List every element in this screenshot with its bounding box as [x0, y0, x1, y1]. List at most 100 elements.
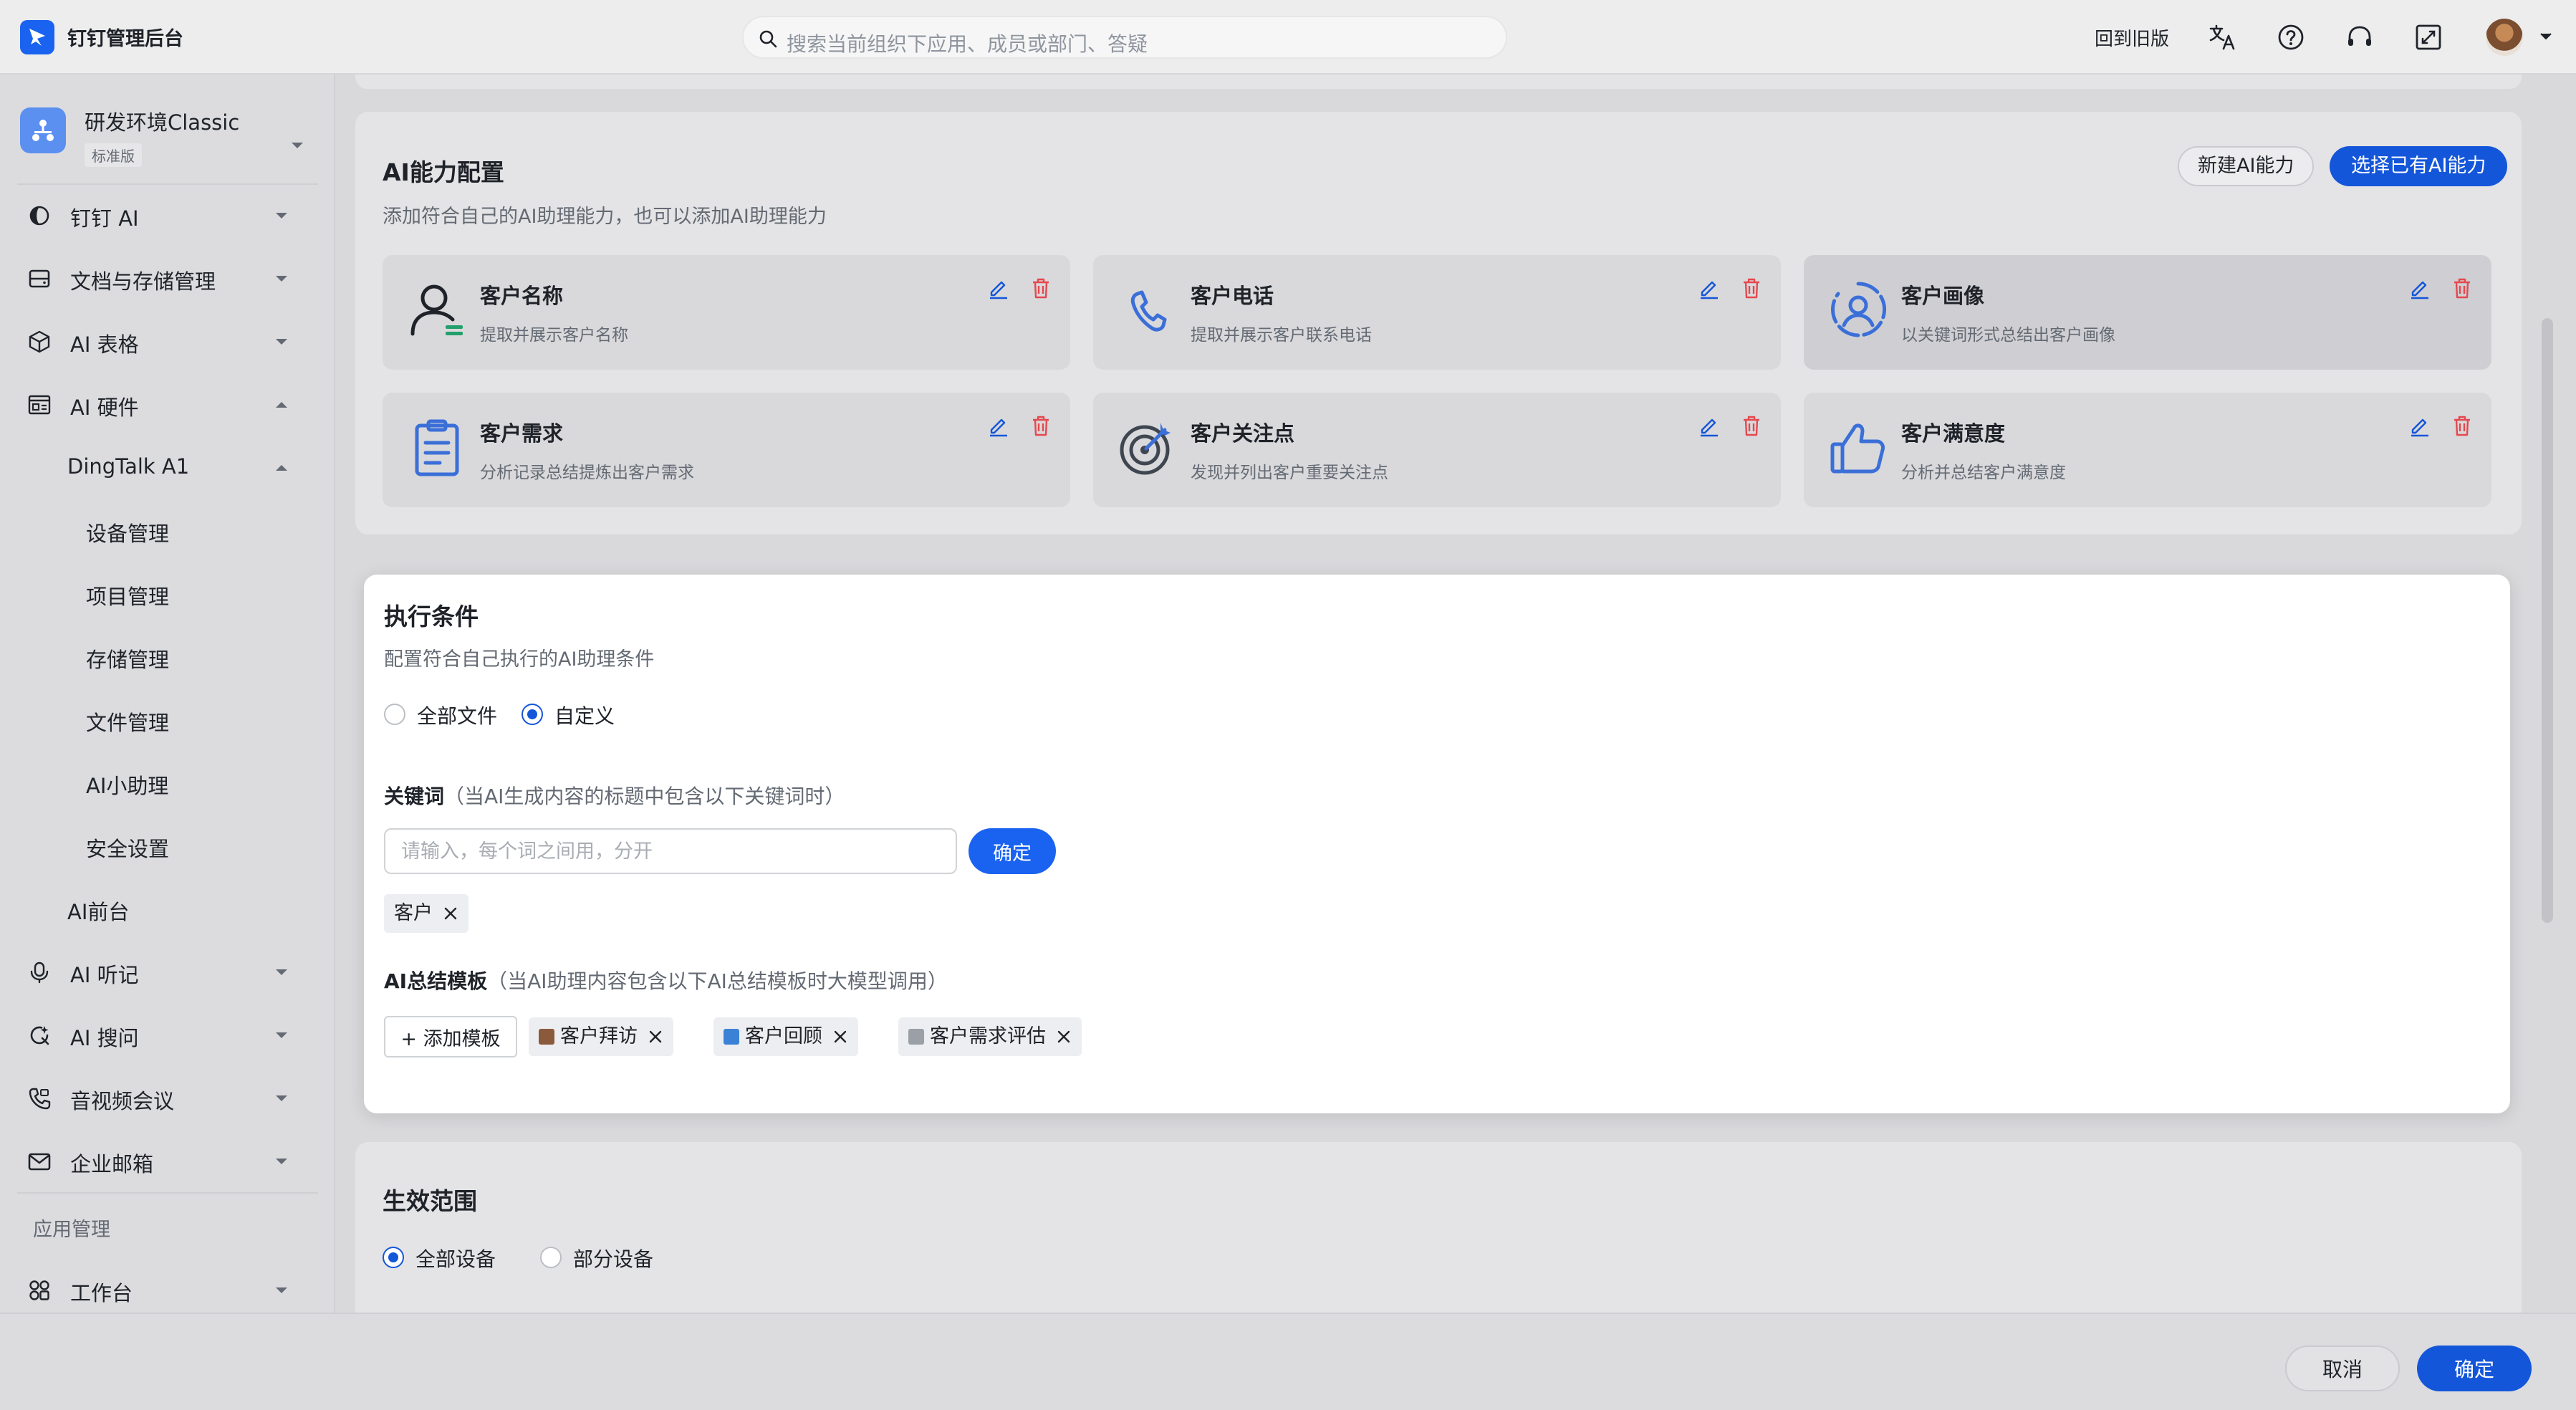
- select-existing-ai-capability-button[interactable]: 选择已有AI能力: [2330, 146, 2508, 186]
- template-tag-customer-review: 客户回顾: [713, 1017, 858, 1056]
- scope-radio-label: 部分设备: [573, 1247, 654, 1271]
- delete-icon[interactable]: [1741, 277, 1762, 299]
- chevron-down-icon: [276, 969, 287, 975]
- close-icon[interactable]: [648, 1029, 663, 1045]
- storage-icon: [29, 269, 50, 288]
- sidebar-item-workbench[interactable]: 工作台: [0, 1261, 335, 1318]
- global-search[interactable]: 搜索当前组织下应用、成员或部门、答疑: [742, 16, 1507, 59]
- search-icon: [759, 30, 777, 48]
- app-root: 钉钉管理后台 搜索当前组织下应用、成员或部门、答疑 回到旧版 研发环境Class…: [0, 0, 2576, 1410]
- sidebar-item-security-settings[interactable]: 安全设置: [0, 817, 335, 874]
- sidebar-item-project-management[interactable]: 项目管理: [0, 565, 335, 622]
- headset-icon[interactable]: [2344, 21, 2375, 53]
- sidebar-item-dingtalk-a1[interactable]: DingTalk A1: [0, 438, 335, 496]
- sidebar-item-ai-front-desk[interactable]: AI前台: [0, 880, 335, 937]
- org-switcher[interactable]: 研发环境Classic 标准版: [0, 89, 335, 182]
- chevron-down-icon: [276, 1032, 287, 1038]
- cube-icon: [29, 330, 50, 353]
- edit-icon[interactable]: [987, 277, 1010, 299]
- close-icon[interactable]: [832, 1029, 848, 1045]
- capability-card-customer-phone[interactable]: 客户电话 提取并展示客户联系电话: [1093, 255, 1781, 370]
- execution-conditions-card: 执行条件 配置符合自己执行的AI助理条件 全部文件 自定义 关键词（当AI生成内…: [364, 575, 2510, 1113]
- capability-card-customer-name[interactable]: 客户名称 提取并展示客户名称: [383, 255, 1070, 370]
- scope-radio-label: 全部设备: [415, 1247, 496, 1271]
- edit-icon[interactable]: [1698, 414, 1721, 437]
- sidebar-item-file-management[interactable]: 文件管理: [0, 691, 335, 748]
- keyword-field-title: 关键词（当AI生成内容的标题中包含以下关键词时）: [384, 781, 845, 810]
- radio-all-files[interactable]: [384, 704, 405, 725]
- delete-icon[interactable]: [1741, 414, 1762, 437]
- keyword-confirm-button[interactable]: 确定: [969, 828, 1056, 874]
- sidebar-item-label: AI 硬件: [70, 395, 139, 420]
- capability-desc: 提取并展示客户联系电话: [1191, 326, 1372, 345]
- chevron-down-icon[interactable]: [2539, 32, 2553, 42]
- chevron-up-icon: [276, 465, 287, 471]
- back-to-old-version-link[interactable]: 回到旧版: [2095, 24, 2169, 51]
- top-bar: 钉钉管理后台 搜索当前组织下应用、成员或部门、答疑 回到旧版: [0, 0, 2576, 75]
- sidebar-item-av-meetings[interactable]: 音视频会议: [0, 1069, 335, 1126]
- org-name: 研发环境Classic: [85, 110, 240, 135]
- edit-icon[interactable]: [2408, 414, 2431, 437]
- cancel-button[interactable]: 取消: [2285, 1346, 2400, 1391]
- hardware-icon: [28, 395, 51, 415]
- chevron-down-icon: [276, 1095, 287, 1101]
- content-scrollbar[interactable]: [2542, 318, 2553, 923]
- chevron-down-icon: [276, 276, 287, 282]
- help-icon[interactable]: [2275, 21, 2307, 53]
- scope-radio-all-devices[interactable]: [383, 1247, 404, 1268]
- delete-icon[interactable]: [1030, 277, 1052, 299]
- add-template-button[interactable]: + 添加模板: [384, 1016, 517, 1058]
- delete-icon[interactable]: [2451, 277, 2473, 299]
- sidebar-item-docs-storage[interactable]: 文档与存储管理: [0, 249, 335, 307]
- sidebar-item-ai-assistant[interactable]: AI小助理: [0, 754, 335, 811]
- sidebar-item-label: 工作台: [70, 1281, 133, 1305]
- translate-icon[interactable]: [2206, 21, 2238, 53]
- sidebar-item-dingtalk-ai[interactable]: 钉钉 AI: [0, 186, 335, 244]
- template-tag-label: 客户回顾: [745, 1025, 822, 1047]
- capability-card-customer-focus[interactable]: 客户关注点 发现并列出客户重要关注点: [1093, 393, 1781, 507]
- sidebar-item-label: DingTalk A1: [67, 454, 190, 479]
- section-subtitle: 配置符合自己执行的AI助理条件: [384, 648, 655, 671]
- keyword-input[interactable]: [384, 828, 957, 874]
- sidebar-item-label: 存储管理: [86, 648, 170, 672]
- sidebar-item-ai-search[interactable]: AI 搜问: [0, 1006, 335, 1063]
- delete-icon[interactable]: [1030, 414, 1052, 437]
- chevron-down-icon: [276, 1159, 287, 1164]
- sidebar-item-enterprise-mail[interactable]: 企业邮箱: [0, 1132, 335, 1189]
- sidebar-item-ai-table[interactable]: AI 表格: [0, 312, 335, 370]
- capability-card-customer-satisfaction[interactable]: 客户满意度 分析并总结客户满意度: [1804, 393, 2491, 507]
- sidebar-item-storage-management[interactable]: 存储管理: [0, 628, 335, 685]
- keyword-title: 关键词: [384, 785, 445, 808]
- sidebar-item-label: 安全设置: [86, 837, 170, 861]
- capability-card-customer-profile[interactable]: 客户画像 以关键词形式总结出客户画像: [1804, 255, 2491, 370]
- org-edition-badge: 标准版: [85, 143, 142, 167]
- user-avatar[interactable]: [2486, 19, 2523, 56]
- scope-radio-partial-devices[interactable]: [540, 1247, 562, 1268]
- edit-icon[interactable]: [2408, 277, 2431, 299]
- sidebar-item-label: 音视频会议: [70, 1089, 175, 1113]
- capability-card-customer-needs[interactable]: 客户需求 分析记录总结提炼出客户需求: [383, 393, 1070, 507]
- ai-capability-config-card: AI能力配置 添加符合自己的AI助理能力，也可以添加AI助理能力 新建AI能力 …: [355, 112, 2522, 534]
- sidebar-item-ai-notes[interactable]: AI 听记: [0, 943, 335, 1000]
- chevron-down-icon: [276, 213, 287, 219]
- sidebar-item-device-management[interactable]: 设备管理: [0, 502, 335, 559]
- mic-icon: [30, 961, 49, 984]
- delete-icon[interactable]: [2451, 414, 2473, 437]
- new-ai-capability-button[interactable]: 新建AI能力: [2178, 146, 2315, 186]
- target-icon: [1120, 423, 1171, 475]
- phone-video-icon: [29, 1088, 51, 1110]
- search-placeholder: 搜索当前组织下应用、成员或部门、答疑: [787, 32, 1148, 56]
- section-subtitle: 添加符合自己的AI助理能力，也可以添加AI助理能力: [383, 206, 827, 228]
- edit-icon[interactable]: [987, 414, 1010, 437]
- radio-custom[interactable]: [522, 704, 543, 725]
- close-icon[interactable]: [1056, 1029, 1072, 1045]
- close-icon[interactable]: [443, 906, 458, 921]
- confirm-button[interactable]: 确定: [2417, 1346, 2532, 1391]
- sidebar-item-ai-hardware[interactable]: AI 硬件: [0, 375, 335, 433]
- fullscreen-icon[interactable]: [2413, 21, 2444, 53]
- capability-name: 客户需求: [480, 421, 564, 446]
- dingtalk-logo-icon: [20, 20, 54, 54]
- radio-label-all-files: 全部文件: [417, 704, 498, 728]
- sidebar-item-label: 项目管理: [86, 585, 170, 609]
- edit-icon[interactable]: [1698, 277, 1721, 299]
